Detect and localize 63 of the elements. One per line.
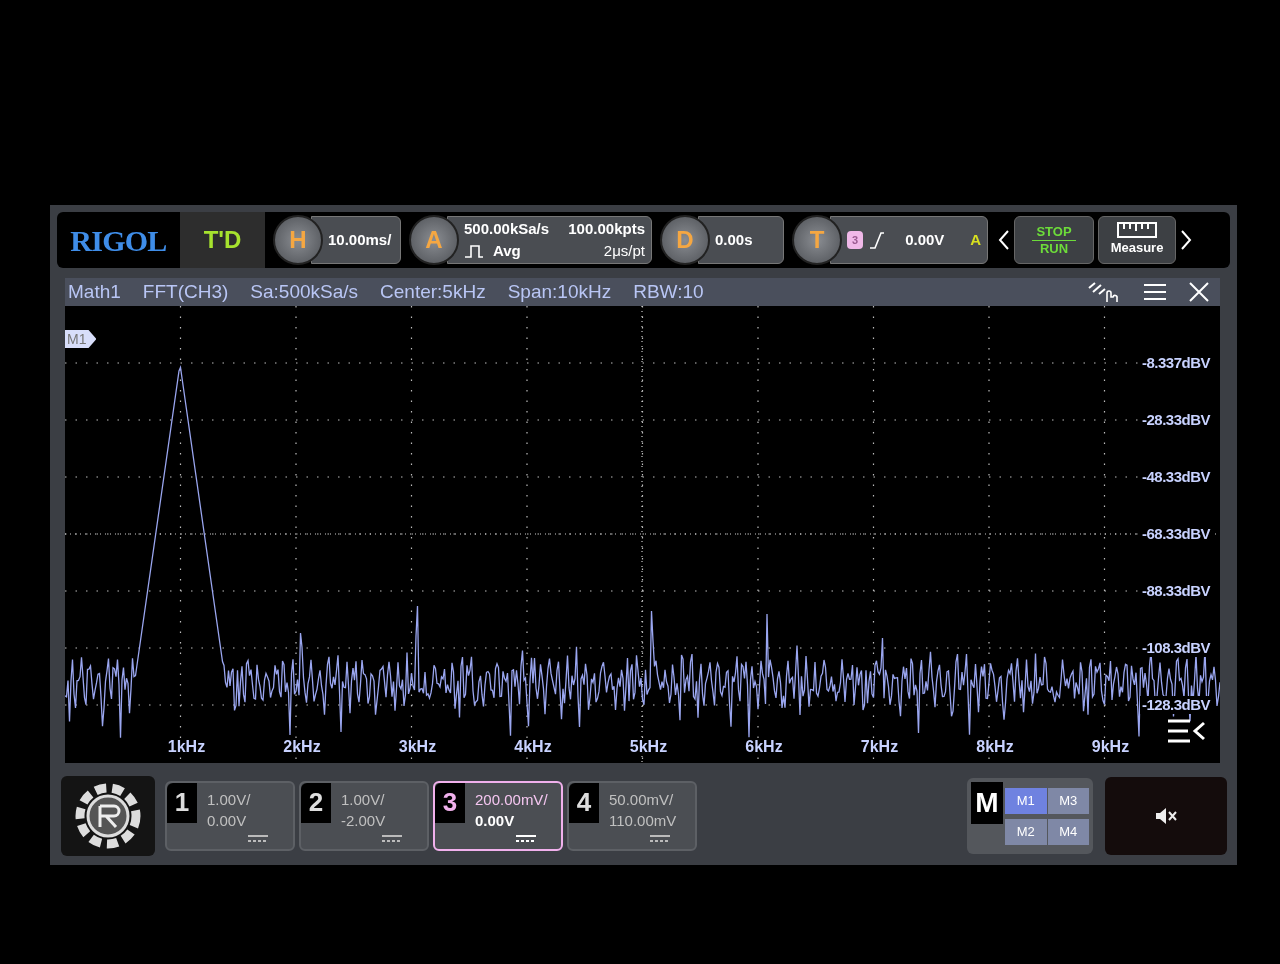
- math-label: Sa:500kSa/s: [250, 279, 359, 304]
- volts-per-div: 1.00V/: [207, 789, 251, 810]
- math-channel-button[interactable]: M3: [1047, 787, 1089, 814]
- time-per-point: 2μs/pt: [602, 241, 645, 261]
- channel-button[interactable]: 2 1.00V/ -2.00V: [299, 780, 429, 851]
- math-label: RBW:10: [633, 279, 704, 304]
- amplitude-label: -108.3dBV: [1139, 639, 1212, 657]
- math-label: Math1: [68, 279, 121, 304]
- channel-offset: 0.00V: [475, 810, 515, 831]
- rising-edge-icon: [869, 231, 886, 249]
- speaker-muted-icon: [1154, 806, 1178, 825]
- channel-number: 4: [569, 782, 599, 823]
- gear-logo-button[interactable]: [61, 775, 155, 856]
- channel-offset: 110.00mV: [609, 810, 677, 831]
- delay-panel[interactable]: 0.00s: [698, 216, 784, 264]
- channel-number: 3: [435, 782, 465, 823]
- acquire-mode: Avg: [493, 241, 521, 261]
- close-icon[interactable]: [1189, 282, 1209, 302]
- math-label: Center:5kHz: [380, 279, 486, 304]
- source-badge: 3: [847, 230, 864, 250]
- trigger-level: 0.00V: [905, 229, 945, 250]
- trace-marker: M1: [65, 330, 97, 348]
- touch-hand-icon[interactable]: [1087, 280, 1121, 304]
- stop-label: STOP: [1032, 223, 1076, 241]
- dc-coupling-icon: [247, 834, 269, 843]
- dc-coupling-icon: [381, 834, 403, 843]
- chevron-right-icon[interactable]: [1180, 229, 1192, 251]
- timebase-value: 10.00ms/: [328, 229, 392, 250]
- memory-depth: 100.00kpts: [567, 218, 645, 239]
- channel-number: 2: [301, 782, 331, 823]
- sample-rate: 500.00kSa/s: [464, 218, 551, 239]
- channel-button[interactable]: 3 200.00mV/ 0.00V: [433, 780, 563, 851]
- channel-offset: 0.00V: [207, 810, 247, 831]
- math-channel-button[interactable]: M1: [1005, 787, 1047, 814]
- run-stop-button[interactable]: STOP RUN: [1014, 216, 1094, 264]
- ruler-icon: [1117, 222, 1157, 239]
- channel-offset: -2.00V: [341, 810, 386, 831]
- volts-per-div: 50.00mV/: [609, 789, 674, 810]
- measure-button[interactable]: Measure: [1098, 216, 1176, 264]
- channel-button[interactable]: 4 50.00mV/ 110.00mV: [567, 780, 697, 851]
- volts-per-div: 200.00mV/: [475, 789, 548, 810]
- collapse-menu-icon[interactable]: [1166, 718, 1206, 744]
- horizontal-panel[interactable]: 10.00ms/: [311, 216, 401, 264]
- dc-coupling-icon: [515, 834, 537, 843]
- run-label: RUN: [1039, 240, 1069, 257]
- math-channel-button[interactable]: M2: [1005, 819, 1047, 845]
- channel-button[interactable]: 1 1.00V/ 0.00V: [165, 780, 295, 851]
- math-channel-button[interactable]: M4: [1047, 819, 1089, 845]
- acquire-panel[interactable]: 500.00kSa/s 100.00kpts Avg 2μs/pt: [447, 216, 652, 264]
- channel-number: 1: [167, 782, 197, 823]
- trigger-status: T'D: [180, 212, 265, 268]
- brand-logo: RIGOL: [69, 222, 168, 259]
- volts-per-div: 1.00V/: [341, 789, 385, 810]
- delay-value: 0.00s: [715, 229, 753, 250]
- sweep-mode: A: [970, 229, 981, 250]
- math-label: Span:10kHz: [507, 279, 612, 304]
- trigger-panel[interactable]: 3 0.00V A: [830, 216, 988, 264]
- chevron-left-icon[interactable]: [998, 229, 1010, 251]
- amplitude-label: -128.3dBV: [1139, 696, 1212, 714]
- menu-icon[interactable]: [1143, 283, 1167, 301]
- math-label: FFT(CH3): [142, 279, 229, 304]
- dc-coupling-icon: [649, 834, 671, 843]
- math-badge: M: [971, 781, 1003, 824]
